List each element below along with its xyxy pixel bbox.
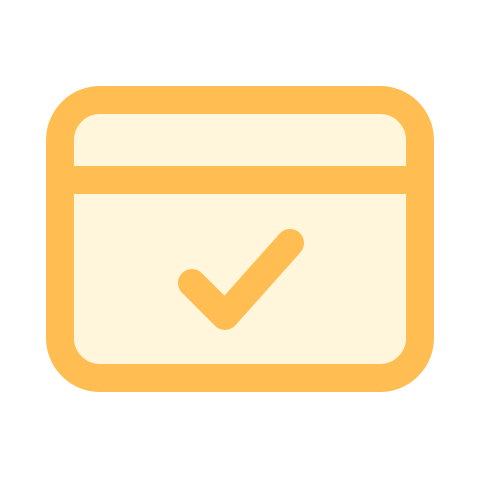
browser-window-check-icon [46, 86, 434, 392]
window-body-fill [60, 100, 420, 378]
icon-canvas [0, 0, 480, 480]
